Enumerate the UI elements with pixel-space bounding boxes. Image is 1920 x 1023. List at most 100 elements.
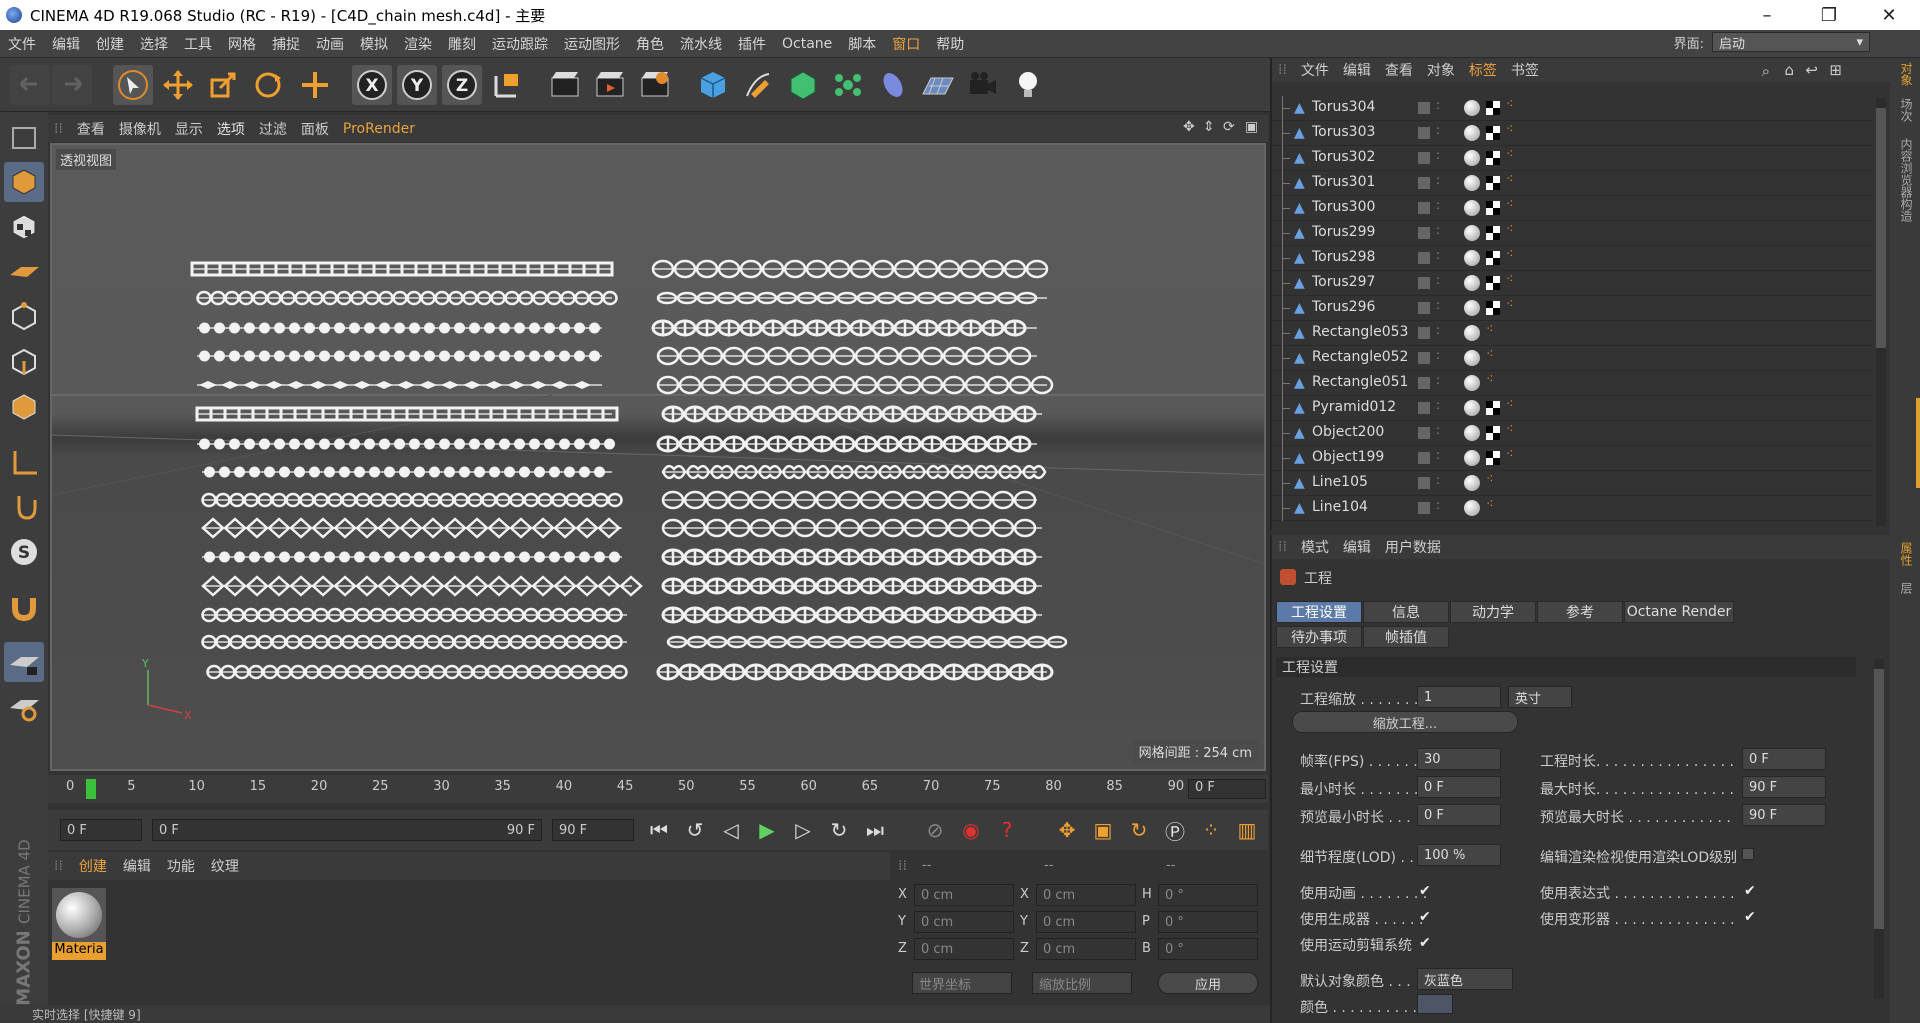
phong-tag-icon[interactable]: ⁖ bbox=[1486, 497, 1494, 512]
max-time-field[interactable]: 90 F bbox=[1742, 776, 1826, 798]
material-tag-icon[interactable] bbox=[1464, 225, 1480, 241]
phong-tag-icon[interactable]: ⁖ bbox=[1506, 272, 1514, 287]
phong-tag-icon[interactable]: ⁖ bbox=[1506, 147, 1514, 162]
coord-field[interactable]: 0 cm bbox=[1036, 938, 1136, 960]
visibility-dots-icon[interactable]: : bbox=[1436, 198, 1440, 212]
visibility-dots-icon[interactable]: : bbox=[1436, 323, 1440, 337]
texture-tag-icon[interactable] bbox=[1486, 226, 1500, 240]
coord-field[interactable]: 0 ° bbox=[1158, 911, 1258, 933]
use-motion-system-checkbox[interactable]: ✔ bbox=[1419, 936, 1433, 950]
go-to-end-icon[interactable]: ⏭ bbox=[860, 815, 890, 845]
layer-checkbox[interactable] bbox=[1418, 127, 1430, 139]
undo-button[interactable] bbox=[10, 65, 50, 105]
layer-checkbox[interactable] bbox=[1418, 227, 1430, 239]
layer-checkbox[interactable] bbox=[1418, 427, 1430, 439]
object-row[interactable]: ▲ Torus302: ⁖ bbox=[1272, 146, 1872, 171]
use-expressions-checkbox[interactable]: ✔ bbox=[1744, 884, 1758, 898]
object-menu-item[interactable]: 编辑 bbox=[1343, 60, 1371, 80]
phong-tag-icon[interactable]: ⁖ bbox=[1506, 172, 1514, 187]
axis-mode-icon[interactable] bbox=[4, 442, 44, 482]
menu-item[interactable]: 动画 bbox=[308, 34, 352, 54]
texture-tag-icon[interactable] bbox=[1486, 176, 1500, 190]
object-scrollbar[interactable] bbox=[1876, 98, 1886, 526]
object-row[interactable]: ▲ Torus303: ⁖ bbox=[1272, 121, 1872, 146]
object-row[interactable]: ▲ Rectangle053: ⁖ bbox=[1272, 321, 1872, 346]
play-icon[interactable]: ▶ bbox=[752, 815, 782, 845]
menu-item[interactable]: Octane bbox=[774, 36, 840, 52]
layer-checkbox[interactable] bbox=[1418, 152, 1430, 164]
texture-tag-icon[interactable] bbox=[1486, 276, 1500, 290]
locked-workplane-icon[interactable] bbox=[4, 642, 44, 682]
layer-checkbox[interactable] bbox=[1418, 252, 1430, 264]
use-animation-checkbox[interactable]: ✔ bbox=[1419, 884, 1433, 898]
rotate-view-icon[interactable]: ⟳ bbox=[1223, 119, 1235, 135]
attribute-tab[interactable]: 动力学 bbox=[1450, 601, 1536, 623]
coord-field[interactable]: 0 cm bbox=[914, 884, 1014, 906]
texture-tag-icon[interactable] bbox=[1486, 201, 1500, 215]
start-frame-field[interactable]: 0 F bbox=[60, 819, 142, 841]
key-points-icon[interactable]: ⁘ bbox=[1196, 815, 1226, 845]
material-item[interactable]: Materia bbox=[52, 888, 106, 960]
material-tag-icon[interactable] bbox=[1464, 150, 1480, 166]
visibility-dots-icon[interactable]: : bbox=[1436, 173, 1440, 187]
rotate-icon[interactable] bbox=[248, 65, 288, 105]
layer-checkbox[interactable] bbox=[1418, 327, 1430, 339]
texture-tag-icon[interactable] bbox=[1486, 426, 1500, 440]
lod-field[interactable]: 100 % bbox=[1417, 844, 1501, 866]
render-settings-icon[interactable] bbox=[635, 65, 675, 105]
phong-tag-icon[interactable]: ⁖ bbox=[1486, 347, 1494, 362]
min-time-field[interactable]: 0 F bbox=[1417, 776, 1501, 798]
layer-checkbox[interactable] bbox=[1418, 202, 1430, 214]
object-row[interactable]: ▲ Torus300: ⁖ bbox=[1272, 196, 1872, 221]
menu-item[interactable]: 运动跟踪 bbox=[484, 34, 556, 54]
record-disabled-icon[interactable]: ⊘ bbox=[920, 815, 950, 845]
layer-checkbox[interactable] bbox=[1418, 502, 1430, 514]
material-menu-item[interactable]: 功能 bbox=[167, 856, 195, 876]
previous-key-icon[interactable]: ↺ bbox=[680, 815, 710, 845]
visibility-dots-icon[interactable]: : bbox=[1436, 248, 1440, 262]
menu-item[interactable]: 模拟 bbox=[352, 34, 396, 54]
layout-dropdown[interactable]: 启动 ▾ bbox=[1712, 32, 1870, 52]
floor-icon[interactable] bbox=[918, 65, 958, 105]
texture-tag-icon[interactable] bbox=[1486, 126, 1500, 140]
visibility-dots-icon[interactable]: : bbox=[1436, 448, 1440, 462]
coordinate-system-icon[interactable] bbox=[487, 65, 527, 105]
new-window-icon[interactable]: ⊞ bbox=[1829, 61, 1842, 79]
select-arrow-icon[interactable] bbox=[113, 65, 153, 105]
viewport-menu-item[interactable]: 面板 bbox=[301, 119, 329, 139]
material-tag-icon[interactable] bbox=[1464, 425, 1480, 441]
restore-button[interactable]: ❐ bbox=[1802, 0, 1856, 30]
playhead[interactable] bbox=[86, 779, 96, 799]
tab-objects[interactable]: 对象 bbox=[1895, 62, 1915, 86]
coord-field[interactable]: 0 ° bbox=[1158, 938, 1258, 960]
texture-tag-icon[interactable] bbox=[1486, 101, 1500, 115]
visibility-dots-icon[interactable]: : bbox=[1436, 398, 1440, 412]
menu-item[interactable]: 角色 bbox=[628, 34, 672, 54]
snap-icon[interactable]: S bbox=[4, 532, 44, 572]
search-icon[interactable]: ⌕ bbox=[1762, 62, 1770, 80]
phong-tag-icon[interactable]: ⁖ bbox=[1486, 372, 1494, 387]
key-parameter-icon[interactable]: Ⓟ bbox=[1160, 815, 1190, 845]
tweak-mode-icon[interactable] bbox=[4, 487, 44, 527]
mograph-cloner-icon[interactable] bbox=[828, 65, 868, 105]
scale-mode-dropdown[interactable]: 缩放比例 bbox=[1032, 972, 1132, 994]
use-generators-checkbox[interactable]: ✔ bbox=[1419, 910, 1433, 924]
menu-item[interactable]: 流水线 bbox=[672, 34, 730, 54]
coord-field[interactable]: 0 cm bbox=[1036, 884, 1136, 906]
object-row[interactable]: ▲ Rectangle051: ⁖ bbox=[1272, 371, 1872, 396]
material-tag-icon[interactable] bbox=[1464, 275, 1480, 291]
timeline-window-icon[interactable]: ▥ bbox=[1232, 815, 1262, 845]
scale-icon[interactable] bbox=[203, 65, 243, 105]
layer-checkbox[interactable] bbox=[1418, 452, 1430, 464]
next-key-icon[interactable]: ↻ bbox=[824, 815, 854, 845]
menu-item[interactable]: 渲染 bbox=[396, 34, 440, 54]
coord-field[interactable]: 0 cm bbox=[1036, 911, 1136, 933]
attribute-menu-item[interactable]: 用户数据 bbox=[1385, 537, 1441, 557]
move-icon[interactable] bbox=[158, 65, 198, 105]
layer-checkbox[interactable] bbox=[1418, 377, 1430, 389]
attribute-scrollbar[interactable] bbox=[1874, 659, 1884, 999]
minimize-button[interactable]: – bbox=[1740, 0, 1794, 30]
material-tag-icon[interactable] bbox=[1464, 200, 1480, 216]
visibility-dots-icon[interactable]: : bbox=[1436, 223, 1440, 237]
attribute-tab[interactable]: 参考 bbox=[1537, 601, 1623, 623]
